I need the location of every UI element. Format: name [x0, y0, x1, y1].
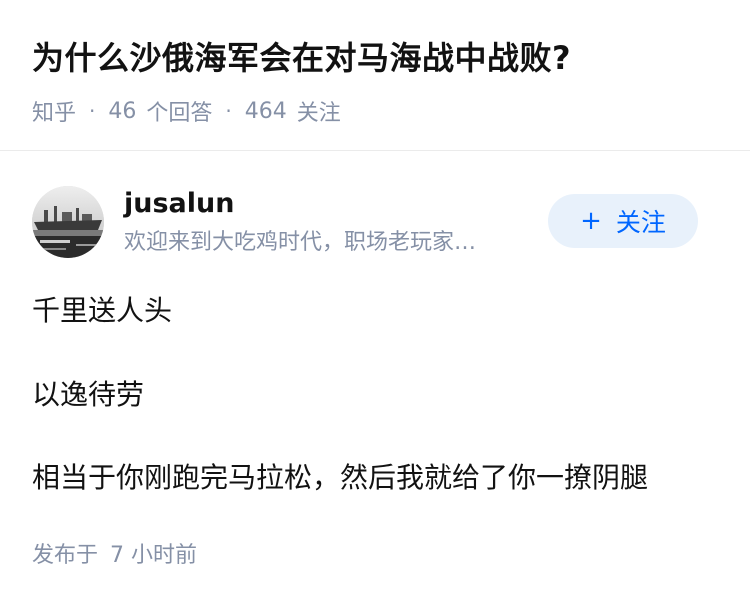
divider — [0, 150, 750, 151]
warship-avatar-icon — [32, 186, 104, 258]
answer-timestamp: 发布于 7 小时前 — [32, 538, 197, 574]
answer-count-label: 个回答 — [146, 101, 213, 126]
answer-paragraph: 以逸待劳 — [32, 378, 145, 411]
follow-button[interactable]: + 关注 — [548, 194, 698, 248]
follower-count-label: 关注 — [296, 101, 341, 126]
source-label[interactable]: 知乎 — [32, 95, 76, 127]
timestamp-prefix: 发布于 — [32, 543, 99, 568]
follow-button-label: 关注 — [615, 208, 666, 237]
answer-count: 46 — [108, 98, 137, 124]
author-name[interactable]: jusalun — [124, 184, 234, 224]
separator-dot: · — [225, 99, 232, 123]
follower-count: 464 — [244, 98, 287, 124]
answer-page: 为什么沙俄海军会在对马海战中战败? 知乎 · 46 个回答 · 464 关注 j… — [0, 0, 750, 606]
author-bio: 欢迎来到大吃鸡时代，职场老玩家… — [124, 230, 477, 255]
separator-dot: · — [89, 99, 96, 123]
question-title[interactable]: 为什么沙俄海军会在对马海战中战败? — [32, 34, 722, 82]
answer-paragraph: 千里送人头 — [32, 294, 173, 327]
plus-icon: + — [580, 206, 602, 236]
avatar[interactable] — [32, 186, 104, 258]
question-meta: 知乎 · 46 个回答 · 464 关注 — [32, 93, 341, 129]
answer-paragraph: 相当于你刚跑完马拉松，然后我就给了你一撩阴腿 — [32, 461, 649, 494]
timestamp-value: 7 小时前 — [110, 543, 198, 568]
